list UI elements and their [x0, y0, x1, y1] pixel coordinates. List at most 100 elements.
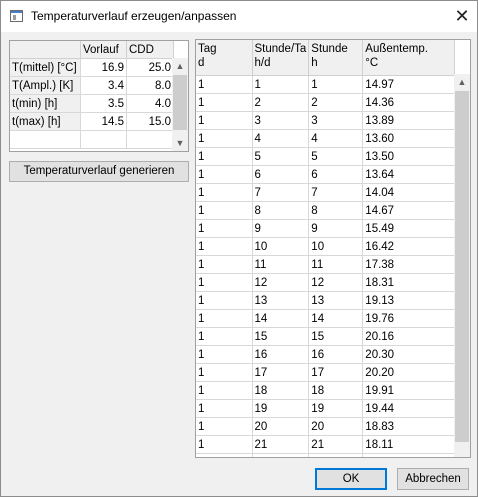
table-cell[interactable]: 16 [308, 345, 364, 364]
table-cell[interactable]: 1 [308, 75, 364, 94]
table-row[interactable]: 1 2 2 14.36 [196, 93, 456, 112]
table-cell[interactable]: 19.44 [362, 399, 456, 418]
table-row[interactable]: 1 14 14 19.76 [196, 309, 456, 328]
table-row[interactable]: 1 12 12 18.31 [196, 273, 456, 292]
table-cell[interactable]: 21 [252, 435, 310, 454]
table-cell[interactable]: 1 [196, 345, 253, 364]
ok-button[interactable]: OK [315, 468, 387, 490]
table-cell[interactable]: 9 [252, 219, 310, 238]
table-cell[interactable]: 9 [308, 219, 364, 238]
table-cell[interactable]: 1 [196, 291, 253, 310]
table-cell[interactable]: 1 [196, 129, 253, 148]
table-cell[interactable]: 1 [196, 255, 253, 274]
table-row[interactable]: 1 11 11 17.38 [196, 255, 456, 274]
table-cell[interactable]: 18.83 [362, 417, 456, 436]
table-cell[interactable]: 19.13 [362, 291, 456, 310]
table-cell[interactable]: 20 [252, 417, 310, 436]
table-cell[interactable]: 7 [308, 183, 364, 202]
param-cell[interactable]: 14.5 [80, 112, 127, 131]
table-row[interactable]: 1 17 17 20.20 [196, 363, 456, 382]
scroll-thumb[interactable] [455, 91, 469, 442]
table-scrollbar[interactable]: ▲ [454, 74, 470, 457]
table-cell[interactable]: 1 [196, 237, 253, 256]
table-cell[interactable]: 20.20 [362, 363, 456, 382]
param-cell[interactable]: 16.9 [80, 58, 127, 77]
table-cell[interactable]: 3 [308, 111, 364, 130]
table-cell[interactable]: 22 [252, 453, 310, 457]
table-cell[interactable]: 15.49 [362, 219, 456, 238]
scroll-up-icon[interactable]: ▲ [454, 74, 470, 90]
temperature-table[interactable]: Tag d Stunde/Ta h/d Stunde h Außentemp. °C 1… [195, 39, 471, 458]
table-cell[interactable]: 1 [196, 165, 253, 184]
table-cell[interactable]: 20.16 [362, 327, 456, 346]
table-cell[interactable]: 1 [196, 381, 253, 400]
column-header-tag[interactable]: Tag d [196, 40, 253, 76]
table-cell[interactable]: 1 [196, 453, 253, 457]
table-cell[interactable]: 1 [196, 183, 253, 202]
table-row[interactable]: 1 4 4 13.60 [196, 129, 456, 148]
table-row[interactable]: 1 13 13 19.13 [196, 291, 456, 310]
table-cell[interactable]: 19.91 [362, 381, 456, 400]
table-row[interactable]: 1 7 7 14.04 [196, 183, 456, 202]
parameter-grid[interactable]: Vorlauf CDD T(mittel) [°C] 16.9 25.0 T(A… [9, 40, 189, 152]
table-row[interactable]: 1 5 5 13.50 [196, 147, 456, 166]
table-cell[interactable]: 1 [196, 435, 253, 454]
table-cell[interactable]: 18 [308, 381, 364, 400]
table-cell[interactable]: 1 [196, 93, 253, 112]
table-cell[interactable]: 14.67 [362, 201, 456, 220]
table-cell[interactable]: 17.38 [362, 255, 456, 274]
table-cell[interactable]: 6 [308, 165, 364, 184]
table-row[interactable]: 1 10 10 16.42 [196, 237, 456, 256]
table-row[interactable]: 1222217.31 [196, 453, 456, 457]
table-cell[interactable]: 5 [308, 147, 364, 166]
table-cell[interactable]: 4 [252, 129, 310, 148]
table-row[interactable]: 1 20 20 18.83 [196, 417, 456, 436]
table-row[interactable]: 1 9 9 15.49 [196, 219, 456, 238]
cancel-button[interactable]: Abbrechen [397, 468, 469, 490]
table-cell[interactable]: 18.11 [362, 435, 456, 454]
table-cell[interactable]: 18.31 [362, 273, 456, 292]
param-cell[interactable]: 25.0 [126, 58, 174, 77]
table-cell[interactable]: 1 [252, 75, 310, 94]
table-cell[interactable]: 13 [308, 291, 364, 310]
table-cell[interactable]: 6 [252, 165, 310, 184]
table-cell[interactable]: 22 [308, 453, 364, 457]
column-header-vorlauf[interactable]: Vorlauf [80, 41, 127, 59]
table-cell[interactable]: 8 [308, 201, 364, 220]
table-cell[interactable]: 17 [308, 363, 364, 382]
table-cell[interactable]: 1 [196, 201, 253, 220]
table-row[interactable]: 1 19 19 19.44 [196, 399, 456, 418]
table-cell[interactable]: 1 [196, 399, 253, 418]
table-cell[interactable]: 1 [196, 219, 253, 238]
param-cell[interactable]: 4.0 [126, 94, 174, 113]
table-cell[interactable]: 14 [308, 309, 364, 328]
table-cell[interactable]: 14.04 [362, 183, 456, 202]
table-cell[interactable]: 8 [252, 201, 310, 220]
scroll-down-icon[interactable]: ▼ [172, 135, 188, 151]
table-cell[interactable]: 13.89 [362, 111, 456, 130]
table-cell[interactable]: 1 [196, 111, 253, 130]
table-row[interactable]: 1 18 18 19.91 [196, 381, 456, 400]
table-cell[interactable]: 16 [252, 345, 310, 364]
close-icon[interactable]: ✕ [449, 4, 475, 28]
table-cell[interactable]: 13 [252, 291, 310, 310]
table-cell[interactable]: 1 [196, 417, 253, 436]
table-cell[interactable]: 4 [308, 129, 364, 148]
table-cell[interactable]: 1 [196, 327, 253, 346]
table-cell[interactable]: 2 [308, 93, 364, 112]
table-cell[interactable]: 17 [252, 363, 310, 382]
table-row[interactable]: 1 1 1 14.97 [196, 75, 456, 94]
table-cell[interactable]: 1 [196, 147, 253, 166]
table-cell[interactable]: 19 [252, 399, 310, 418]
table-cell[interactable]: 10 [252, 237, 310, 256]
table-cell[interactable]: 18 [252, 381, 310, 400]
scroll-up-icon[interactable]: ▲ [172, 58, 188, 74]
table-cell[interactable]: 1 [196, 273, 253, 292]
table-cell[interactable]: 20 [308, 417, 364, 436]
table-cell[interactable]: 1 [196, 309, 253, 328]
generate-button[interactable]: Temperaturverlauf generieren [9, 161, 189, 182]
table-cell[interactable]: 15 [308, 327, 364, 346]
param-cell[interactable]: 3.4 [80, 76, 127, 95]
column-header-stunde[interactable]: Stunde h [308, 40, 364, 76]
table-row[interactable]: 1 8 8 14.67 [196, 201, 456, 220]
